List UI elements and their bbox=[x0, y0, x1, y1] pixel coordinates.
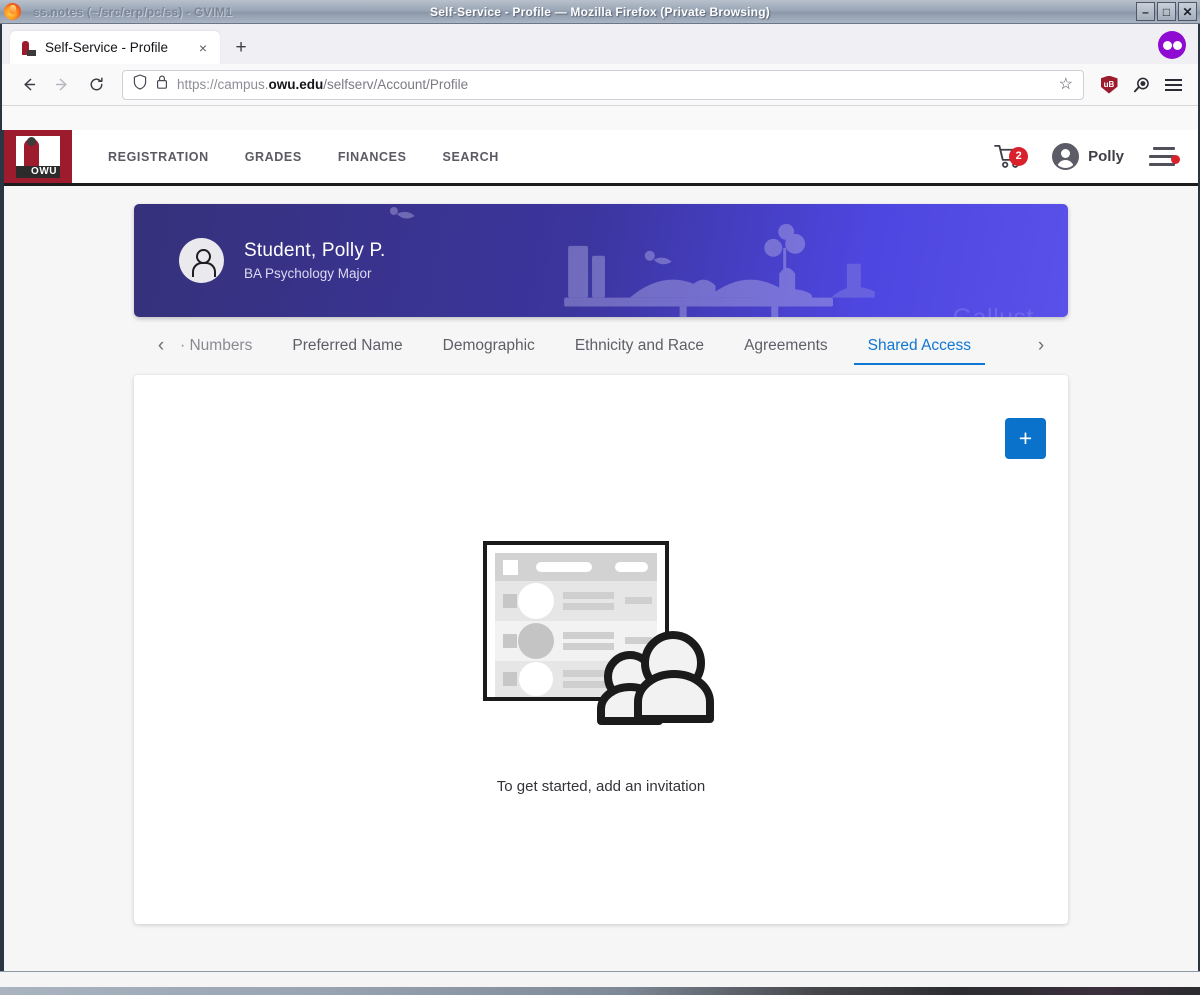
app-header-actions: 2 Polly bbox=[982, 130, 1198, 183]
tracking-protection-shield-icon[interactable] bbox=[133, 74, 147, 95]
bookmark-star-icon[interactable]: ☆ bbox=[1059, 76, 1073, 93]
firefox-app-menu-button[interactable] bbox=[1158, 70, 1188, 100]
app-menu-button[interactable] bbox=[1140, 147, 1184, 166]
tabs-scroll-right-icon[interactable]: › bbox=[1028, 330, 1054, 362]
owu-favicon-icon bbox=[20, 39, 36, 56]
tab-preferred-name[interactable]: Preferred Name bbox=[272, 317, 422, 375]
background-window-title: ss.notes (~/src/erp/pc/ss) - GVIM1 bbox=[33, 4, 233, 19]
cart-button[interactable]: 2 bbox=[982, 143, 1036, 170]
browser-tab-title: Self-Service - Profile bbox=[45, 40, 169, 55]
app-primary-nav: REGISTRATION GRADES FINANCES SEARCH bbox=[72, 130, 517, 183]
add-invitation-button[interactable]: + bbox=[1005, 418, 1046, 459]
extension-icon[interactable] bbox=[1126, 70, 1156, 100]
taskbar-strip bbox=[0, 987, 1200, 995]
app-header: OWU REGISTRATION GRADES FINANCES SEARCH bbox=[4, 130, 1198, 186]
user-menu-button[interactable]: Polly bbox=[1036, 143, 1140, 170]
url-domain: owu.edu bbox=[268, 77, 324, 92]
forward-button bbox=[46, 69, 78, 101]
avatar bbox=[1052, 143, 1080, 170]
profile-avatar-icon bbox=[179, 238, 224, 283]
private-browsing-mask-icon[interactable] bbox=[1158, 31, 1186, 59]
profile-banner: Student, Polly P. BA Psychology Major Ga… bbox=[134, 204, 1068, 317]
browser-tab-strip: Self-Service - Profile × + bbox=[2, 24, 1198, 64]
address-bar[interactable]: https://campus.owu.edu/selfserv/Account/… bbox=[122, 69, 1084, 100]
banner-identity: Student, Polly P. BA Psychology Major bbox=[134, 238, 385, 283]
nav-item-registration[interactable]: REGISTRATION bbox=[90, 150, 227, 164]
empty-state-message: To get started, add an invitation bbox=[496, 778, 706, 795]
url-scheme: https://campus. bbox=[177, 77, 269, 92]
hamburger-glyph bbox=[1164, 78, 1182, 91]
reload-button[interactable] bbox=[80, 69, 112, 101]
tab-numbers[interactable]: · Numbers bbox=[174, 317, 272, 375]
browser-tab-self-service-profile[interactable]: Self-Service - Profile × bbox=[10, 31, 220, 64]
tab-agreements[interactable]: Agreements bbox=[724, 317, 848, 375]
tab-shared-access[interactable]: Shared Access bbox=[848, 317, 991, 375]
nav-item-finances[interactable]: FINANCES bbox=[320, 150, 425, 164]
minimize-button[interactable]: – bbox=[1136, 2, 1155, 21]
nav-item-search[interactable]: SEARCH bbox=[425, 150, 517, 164]
page-viewport: OWU REGISTRATION GRADES FINANCES SEARCH bbox=[2, 130, 1198, 971]
profile-tab-bar: ‹ · Numbers Preferred Name Demographic E… bbox=[134, 317, 1068, 375]
firefox-window: Self-Service - Profile × + https://campu… bbox=[0, 24, 1200, 971]
url-path: /selfserv/Account/Profile bbox=[323, 77, 469, 92]
back-button[interactable] bbox=[12, 69, 44, 101]
tab-demographic[interactable]: Demographic bbox=[423, 317, 555, 375]
url-text: https://campus.owu.edu/selfserv/Account/… bbox=[177, 77, 1050, 92]
owu-logo[interactable]: OWU bbox=[4, 130, 72, 183]
owu-logo-text: OWU bbox=[16, 165, 60, 178]
firefox-logo-icon bbox=[4, 3, 21, 20]
tabs-scroll-left-icon[interactable]: ‹ bbox=[148, 330, 174, 362]
new-tab-button[interactable]: + bbox=[226, 32, 256, 62]
maximize-button[interactable]: □ bbox=[1157, 2, 1176, 21]
tab-ethnicity-and-race[interactable]: Ethnicity and Race bbox=[555, 317, 724, 375]
page-body: Student, Polly P. BA Psychology Major Ga… bbox=[4, 186, 1198, 924]
close-button[interactable]: ✕ bbox=[1178, 2, 1197, 21]
mask-eyes bbox=[1162, 40, 1182, 50]
shared-access-card: + To get started, add an invitation bbox=[134, 375, 1068, 924]
close-tab-icon[interactable]: × bbox=[194, 39, 212, 57]
padlock-icon[interactable] bbox=[156, 74, 168, 95]
window-title-bar: ss.notes (~/src/erp/pc/ss) - GVIM1 Self-… bbox=[0, 0, 1200, 24]
owu-logo-mark-icon: OWU bbox=[16, 135, 60, 178]
profile-name: Student, Polly P. bbox=[244, 240, 386, 261]
browser-navigation-bar: https://campus.owu.edu/selfserv/Account/… bbox=[2, 64, 1198, 106]
profile-tab-list: · Numbers Preferred Name Demographic Eth… bbox=[174, 317, 1028, 375]
ublock-shield-glyph: uB bbox=[1100, 75, 1118, 94]
ublock-origin-extension-icon[interactable]: uB bbox=[1094, 70, 1124, 100]
desktop-taskbar bbox=[0, 971, 1200, 995]
empty-state-illustration bbox=[482, 541, 720, 730]
cart-count-badge: 2 bbox=[1009, 147, 1029, 166]
profile-program: BA Psychology Major bbox=[244, 266, 372, 281]
nav-item-grades[interactable]: GRADES bbox=[227, 150, 320, 164]
banner-watermark-text: Gallust bbox=[953, 304, 1034, 317]
notification-dot-badge bbox=[1171, 155, 1180, 164]
window-controls: – □ ✕ bbox=[1136, 2, 1197, 21]
user-name-label: Polly bbox=[1088, 148, 1124, 165]
